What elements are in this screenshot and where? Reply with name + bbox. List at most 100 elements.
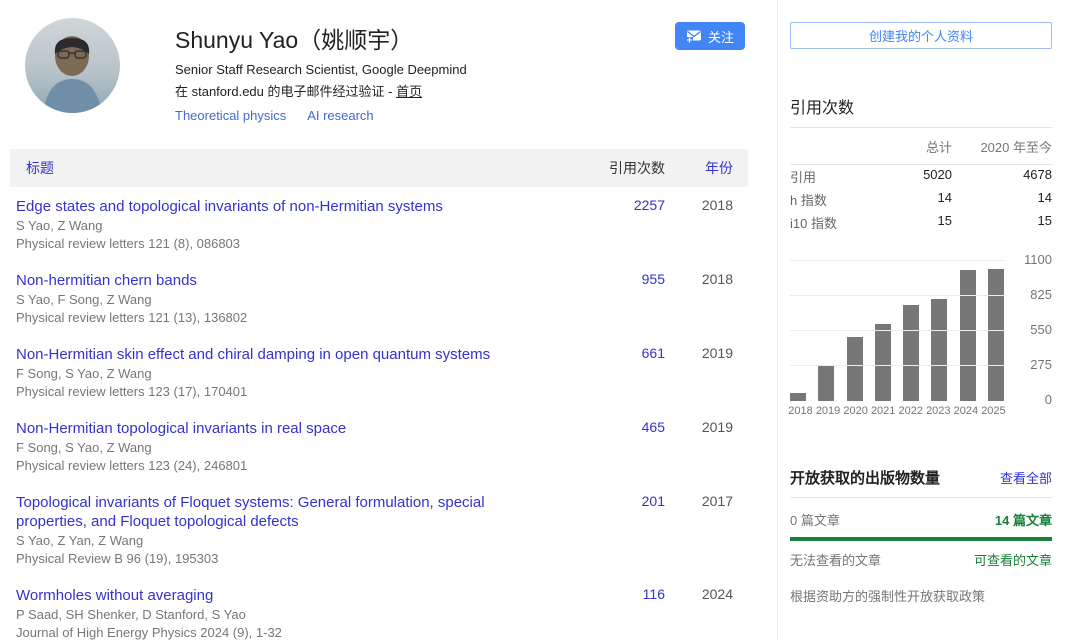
table-row: Wormholes without averaging P Saad, SH S… bbox=[0, 576, 748, 640]
table-row: Topological invariants of Floquet system… bbox=[0, 483, 748, 576]
stat-since: 4678 bbox=[952, 167, 1052, 186]
article-venue: Physical Review B 96 (19), 195303 bbox=[16, 550, 555, 567]
homepage-link[interactable]: 首页 bbox=[396, 84, 422, 99]
article-year: 2019 bbox=[665, 345, 733, 400]
open-access-note: 根据资助方的强制性开放获取政策 bbox=[790, 586, 1052, 605]
create-profile-button[interactable]: 创建我的个人资料 bbox=[790, 22, 1052, 49]
article-authors: F Song, S Yao, Z Wang bbox=[16, 439, 555, 456]
stat-total: 15 bbox=[882, 213, 952, 232]
chart-x-tick-label: 2025 bbox=[980, 405, 1007, 417]
stats-row-citations: 引用 5020 4678 bbox=[790, 165, 1052, 188]
available-count-link[interactable]: 14 篇文章 bbox=[995, 510, 1052, 529]
stats-row-h-index: h 指数 14 14 bbox=[790, 188, 1052, 211]
chart-bar[interactable] bbox=[903, 261, 919, 401]
chart-y-tick-label: 550 bbox=[1030, 322, 1052, 337]
article-venue: Physical review letters 121 (8), 086803 bbox=[16, 235, 555, 252]
verified-email-text: 在 stanford.edu 的电子邮件经过验证 - bbox=[175, 84, 396, 99]
chart-y-axis: 02755508251100 bbox=[1010, 261, 1052, 401]
stats-row-i10-index: i10 指数 15 15 bbox=[790, 211, 1052, 234]
chart-bar[interactable] bbox=[818, 261, 834, 401]
main-column: Shunyu Yao（姚顺宇） Senior Staff Research Sc… bbox=[0, 0, 777, 640]
chart-bar[interactable] bbox=[790, 261, 806, 401]
chart-x-tick-label: 2024 bbox=[952, 405, 979, 417]
article-title-link[interactable]: Non-hermitian chern bands bbox=[16, 271, 555, 290]
sort-by-citations-label: 引用次数 bbox=[575, 158, 665, 178]
article-year: 2017 bbox=[665, 493, 733, 567]
stat-since: 14 bbox=[952, 190, 1052, 209]
scholar-profile-page: Shunyu Yao（姚顺宇） Senior Staff Research Sc… bbox=[0, 0, 1080, 640]
chart-bar[interactable] bbox=[931, 261, 947, 401]
chart-x-tick-label: 2022 bbox=[897, 405, 924, 417]
open-access-header-row: 开放获取的出版物数量 查看全部 bbox=[790, 467, 1052, 488]
article-title-link[interactable]: Topological invariants of Floquet system… bbox=[16, 493, 555, 531]
profile-name: Shunyu Yao（姚顺宇） bbox=[175, 25, 467, 55]
unavailable-count: 0 篇文章 bbox=[790, 510, 995, 529]
table-row: Non-hermitian chern bands S Yao, F Song,… bbox=[0, 261, 748, 335]
article-year: 2018 bbox=[665, 197, 733, 252]
stats-col-since: 2020 年至今 bbox=[952, 137, 1052, 156]
article-authors: S Yao, Z Yan, Z Wang bbox=[16, 532, 555, 549]
article-venue: Journal of High Energy Physics 2024 (9),… bbox=[16, 624, 555, 640]
chart-y-tick-label: 825 bbox=[1030, 287, 1052, 302]
stat-since: 15 bbox=[952, 213, 1052, 232]
chart-gridline bbox=[790, 330, 1004, 331]
chart-bar[interactable] bbox=[960, 261, 976, 401]
unavailable-label: 无法查看的文章 bbox=[790, 550, 974, 569]
stat-label: 引用 bbox=[790, 167, 882, 186]
chart-gridline bbox=[790, 365, 1004, 366]
sort-by-year-link[interactable]: 年份 bbox=[665, 158, 733, 178]
column-divider bbox=[777, 0, 778, 640]
chart-x-axis: 20182019202020212022202320242025 bbox=[787, 405, 1007, 417]
profile-header: Shunyu Yao（姚顺宇） Senior Staff Research Sc… bbox=[0, 0, 777, 123]
article-citations-link[interactable]: 116 bbox=[575, 586, 665, 640]
stat-label: i10 指数 bbox=[790, 213, 882, 232]
chart-bar[interactable] bbox=[875, 261, 891, 401]
profile-info: Shunyu Yao（姚顺宇） Senior Staff Research Sc… bbox=[175, 18, 467, 123]
article-title-link[interactable]: Edge states and topological invariants o… bbox=[16, 197, 555, 216]
chart-x-tick-label: 2021 bbox=[870, 405, 897, 417]
open-access-counts-row: 0 篇文章 14 篇文章 bbox=[790, 510, 1052, 529]
chart-gridline bbox=[790, 260, 1004, 261]
article-citations-link[interactable]: 661 bbox=[575, 345, 665, 400]
chart-y-tick-label: 0 bbox=[1045, 392, 1052, 407]
interest-link-theoretical-physics[interactable]: Theoretical physics bbox=[175, 108, 286, 123]
article-title-link[interactable]: Wormholes without averaging bbox=[16, 586, 555, 605]
open-access-heading: 开放获取的出版物数量 bbox=[790, 467, 1000, 488]
article-venue: Physical review letters 123 (24), 246801 bbox=[16, 457, 555, 474]
interest-link-ai-research[interactable]: AI research bbox=[307, 108, 373, 123]
chart-y-tick-label: 275 bbox=[1030, 357, 1052, 372]
envelope-plus-icon bbox=[686, 30, 702, 43]
article-venue: Physical review letters 123 (17), 170401 bbox=[16, 383, 555, 400]
stat-label: h 指数 bbox=[790, 190, 882, 209]
article-citations-link[interactable]: 465 bbox=[575, 419, 665, 474]
articles-list: Edge states and topological invariants o… bbox=[0, 187, 777, 640]
available-label-link[interactable]: 可查看的文章 bbox=[974, 550, 1052, 569]
chart-y-tick-label: 1100 bbox=[1024, 252, 1052, 267]
table-row: Non-Hermitian skin effect and chiral dam… bbox=[0, 335, 748, 409]
chart-x-tick-label: 2018 bbox=[787, 405, 814, 417]
sort-by-title-link[interactable]: 标题 bbox=[26, 158, 575, 178]
interest-links: Theoretical physics AI research bbox=[175, 108, 467, 123]
article-title-link[interactable]: Non-Hermitian skin effect and chiral dam… bbox=[16, 345, 555, 364]
follow-button[interactable]: 关注 bbox=[675, 22, 745, 50]
article-citations-link[interactable]: 955 bbox=[575, 271, 665, 326]
article-authors: F Song, S Yao, Z Wang bbox=[16, 365, 555, 382]
follow-button-label: 关注 bbox=[708, 27, 734, 46]
article-citations-link[interactable]: 2257 bbox=[575, 197, 665, 252]
cited-by-heading[interactable]: 引用次数 bbox=[790, 94, 1052, 118]
article-citations-link[interactable]: 201 bbox=[575, 493, 665, 567]
article-year: 2018 bbox=[665, 271, 733, 326]
chart-x-tick-label: 2023 bbox=[925, 405, 952, 417]
view-all-link[interactable]: 查看全部 bbox=[1000, 468, 1052, 487]
article-authors: S Yao, F Song, Z Wang bbox=[16, 291, 555, 308]
article-year: 2019 bbox=[665, 419, 733, 474]
chart-bar[interactable] bbox=[988, 261, 1004, 401]
sidebar: 创建我的个人资料 引用次数 总计 2020 年至今 引用 5020 4678 h… bbox=[790, 0, 1052, 640]
chart-x-tick-label: 2020 bbox=[842, 405, 869, 417]
article-authors: S Yao, Z Wang bbox=[16, 217, 555, 234]
table-row: Non-Hermitian topological invariants in … bbox=[0, 409, 748, 483]
profile-affiliation: Senior Staff Research Scientist, Google … bbox=[175, 62, 467, 77]
divider bbox=[790, 497, 1052, 498]
article-title-link[interactable]: Non-Hermitian topological invariants in … bbox=[16, 419, 555, 438]
chart-bar[interactable] bbox=[847, 261, 863, 401]
